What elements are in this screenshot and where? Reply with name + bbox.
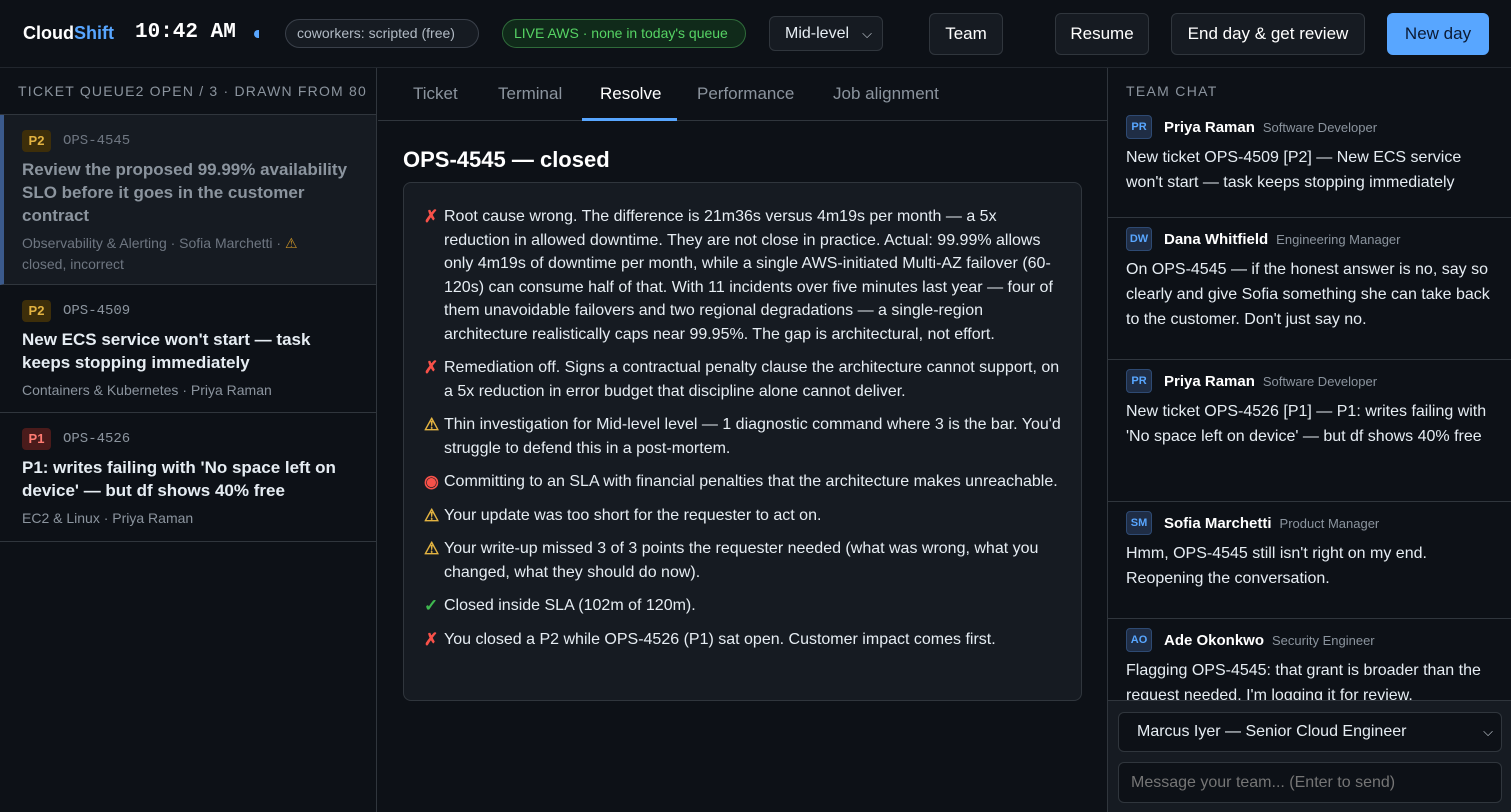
- ticket-title: P1: writes failing with 'No space left o…: [22, 458, 336, 500]
- feedback-item: ⚠ Thin investigation for Mid-level level …: [424, 413, 1061, 460]
- new-day-label: New day: [1404, 24, 1472, 43]
- active-tab-indicator: [582, 118, 677, 121]
- chat-message: SM Sofia Marchetti Product Manager Hmm, OP…: [1108, 511, 1511, 619]
- status-dot-icon: [254, 30, 259, 38]
- ticket-meta: EC2 & Linux · Priya Raman: [22, 510, 194, 526]
- resume-button[interactable]: Resume: [1055, 13, 1149, 55]
- new-day-button[interactable]: New day: [1387, 13, 1489, 55]
- warning-icon: ⚠: [424, 505, 440, 525]
- ticket-id: OPS-4509: [63, 303, 131, 319]
- feedback-text: Root cause wrong. The difference is 21m3…: [444, 208, 1053, 343]
- level-select[interactable]: Mid-level ⌵: [769, 16, 883, 51]
- priority-badge: P1: [22, 428, 51, 450]
- sender-name: Ade Okonkwo: [1164, 631, 1265, 649]
- avatar: PR: [1126, 115, 1152, 139]
- avatar: PR: [1126, 369, 1152, 393]
- cross-icon: ✗: [424, 358, 439, 377]
- live-aws-badge: LIVE AWS · none in today's queue: [502, 19, 746, 48]
- feedback-item: ✗ You closed a P2 while OPS-4526 (P1) sat…: [424, 628, 1061, 652]
- sender-role: Security Engineer: [1272, 632, 1375, 648]
- message-text: On OPS-4545 — if the honest answer is no…: [1126, 261, 1490, 328]
- team-chat-panel: TEAM CHAT PR Priya Raman Software Develope…: [1107, 68, 1511, 812]
- clock: 10:42 AM: [135, 21, 236, 44]
- ticket-meta: Containers & Kubernetes · Priya Raman: [22, 382, 272, 398]
- cross-icon: ✗: [424, 207, 439, 226]
- feedback-text: You closed a P2 while OPS-4526 (P1) sat …: [444, 630, 996, 648]
- feedback-item: ⚠ Your write-up missed 3 of 3 points the …: [424, 537, 1061, 584]
- message-text: New ticket OPS-4526 [P1] — P1: writes fa…: [1126, 403, 1487, 445]
- warning-icon: ⚠: [285, 235, 298, 251]
- feedback-text: Committing to an SLA with financial pena…: [444, 473, 1058, 490]
- siren-icon: ◉: [424, 472, 439, 491]
- feedback-text: Thin investigation for Mid-level level —…: [444, 416, 1061, 457]
- persona-select-value: Marcus Iyer — Senior Cloud Engineer: [1137, 723, 1407, 740]
- sender-name: Sofia Marchetti: [1164, 514, 1272, 532]
- sender-role: Software Developer: [1262, 373, 1378, 389]
- sender-name: Priya Raman: [1164, 372, 1255, 390]
- ticket-item-ops-4545[interactable]: P2 OPS-4545 Review the proposed 99.99% a…: [0, 115, 376, 285]
- feedback-text: Your write-up missed 3 of 3 points the r…: [444, 540, 1039, 581]
- ticket-detail-panel: Ticket Terminal Resolve Performance Job …: [378, 68, 1107, 812]
- chat-composer-area: Marcus Iyer — Senior Cloud Engineer ⌵: [1108, 700, 1511, 812]
- tab-resolve[interactable]: Resolve: [600, 84, 661, 104]
- ticket-id: OPS-4545: [63, 133, 131, 149]
- chat-message: PR Priya Raman Software Developer New tick…: [1108, 369, 1511, 502]
- warning-icon: ⚠: [424, 415, 440, 434]
- team-button[interactable]: Team: [929, 13, 1003, 55]
- ticket-meta: Observability & Alerting · Sofia Marchet…: [22, 235, 298, 272]
- app-logo: CloudShift: [23, 23, 114, 43]
- feedback-text: Remediation off. Signs a contractual pen…: [444, 359, 1060, 400]
- level-select-value: Mid-level: [785, 25, 850, 42]
- message-text: New ticket OPS-4509 [P2] — New ECS servi…: [1126, 149, 1462, 191]
- ticket-item-ops-4526[interactable]: P1 OPS-4526 P1: writes failing with 'No …: [0, 413, 376, 542]
- tab-bar: Ticket Terminal Resolve Performance Job …: [378, 68, 1107, 121]
- chevron-down-icon: ⌵: [862, 26, 872, 41]
- message-text: Hmm, OPS-4545 still isn't right on my en…: [1126, 545, 1427, 587]
- queue-header: TICKET QUEUE2 OPEN / 3 · DRAWN FROM 80: [0, 68, 376, 115]
- end-day-button[interactable]: End day & get review: [1171, 13, 1365, 55]
- check-icon: ✓: [424, 596, 439, 615]
- chevron-down-icon: ⌵: [1483, 724, 1493, 739]
- avatar: DW: [1126, 227, 1152, 251]
- resolve-title: OPS-4545 — closed: [403, 147, 610, 172]
- warning-icon: ⚠: [424, 539, 440, 558]
- chat-message: DW Dana Whitfield Engineering Manager On O…: [1108, 227, 1511, 360]
- sender-role: Product Manager: [1279, 515, 1380, 531]
- tab-ticket[interactable]: Ticket: [413, 84, 458, 104]
- sender-name: Dana Whitfield: [1164, 230, 1269, 248]
- ticket-title: Review the proposed 99.99% availability …: [22, 160, 348, 225]
- feedback-text: Closed inside SLA (102m of 120m).: [444, 597, 696, 614]
- chat-header: TEAM CHAT: [1126, 83, 1218, 99]
- ticket-item-ops-4509[interactable]: P2 OPS-4509 New ECS service won't start …: [0, 285, 376, 413]
- message-input[interactable]: [1118, 762, 1502, 803]
- priority-badge: P2: [22, 130, 51, 152]
- sender-name: Priya Raman: [1164, 118, 1255, 136]
- ticket-title: New ECS service won't start — task keeps…: [22, 330, 311, 372]
- feedback-text: Your update was too short for the reques…: [444, 506, 822, 524]
- ticket-queue-panel: TICKET QUEUE2 OPEN / 3 · DRAWN FROM 80 P…: [0, 68, 377, 812]
- coworkers-badge: coworkers: scripted (free): [285, 19, 479, 48]
- ticket-id: OPS-4526: [63, 431, 131, 447]
- feedback-item: ✓ Closed inside SLA (102m of 120m).: [424, 594, 1061, 618]
- avatar: SM: [1126, 511, 1152, 535]
- avatar: AO: [1126, 628, 1152, 652]
- persona-select[interactable]: Marcus Iyer — Senior Cloud Engineer ⌵: [1118, 712, 1502, 752]
- sender-role: Engineering Manager: [1276, 231, 1401, 247]
- tab-job-alignment[interactable]: Job alignment: [833, 84, 939, 104]
- cross-icon: ✗: [424, 629, 439, 649]
- sender-role: Software Developer: [1262, 119, 1378, 135]
- resolution-feedback: ✗ Root cause wrong. The difference is 21m…: [403, 182, 1082, 701]
- feedback-item: ◉ Committing to an SLA with financial pen…: [424, 470, 1061, 494]
- ticket-status: closed, incorrect: [22, 256, 124, 272]
- feedback-item: ✗ Remediation off. Signs a contractual pe…: [424, 356, 1061, 403]
- feedback-item: ✗ Root cause wrong. The difference is 21m…: [424, 205, 1061, 346]
- chat-message: PR Priya Raman Software Developer New tick…: [1108, 115, 1511, 218]
- tab-performance[interactable]: Performance: [697, 84, 794, 104]
- feedback-item: ⚠ Your update was too short for the reque…: [424, 504, 1061, 528]
- priority-badge: P2: [22, 300, 51, 322]
- top-bar: CloudShift 10:42 AM coworkers: scripted …: [0, 0, 1511, 68]
- tab-terminal[interactable]: Terminal: [498, 84, 562, 104]
